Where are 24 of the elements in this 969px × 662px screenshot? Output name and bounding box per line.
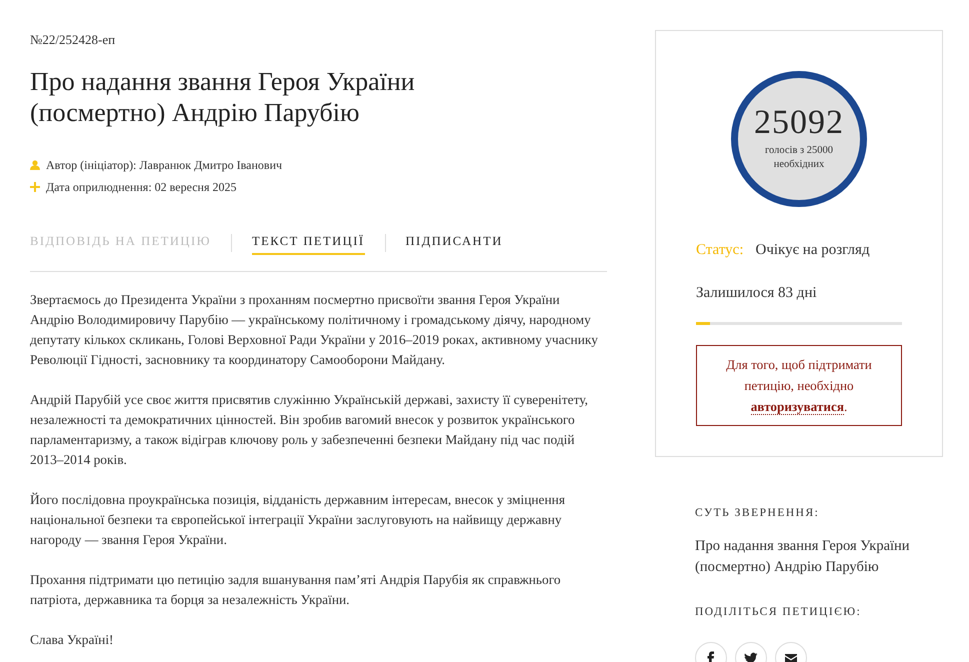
- person-icon: [30, 160, 40, 170]
- status-value: Очікує на розгляд: [756, 241, 870, 260]
- meta-text: Дата оприлюднення: 02 вересня 2025: [46, 178, 236, 196]
- petition-paragraph: Його послідовна проукраїнська позиція, відданість державним інтересам, внесок у зміцнення національної безпеки та європейської інтеграції України заслуговують на найвищу державну нагороду — звання Героя України.: [30, 490, 566, 549]
- petition-paragraph: Прохання підтримати цю петицію задля вшанування пам’яті Андрія Парубія як справжнього патріота, державника та борця за незалежність України.: [30, 570, 562, 609]
- tab[interactable]: ПІДПИСАНТИ: [406, 232, 503, 255]
- plus-icon: [30, 182, 40, 192]
- summary-text: Про надання звання Героя України (посмертно) Андрію Парубію: [695, 537, 911, 578]
- login-link[interactable]: авторизуватися: [750, 399, 844, 415]
- login-notice: Для того, щоб підтримати петицію, необхідно авторизуватися.: [696, 345, 902, 426]
- petition-number: №22/252428-еп: [30, 31, 116, 49]
- petition-paragraph: Андрій Парубій усе своє життя присвятив служінню Українській державі, захисту її суверенітету, незалежності та демократичних цінностей. Він зробив вагомий внесок у розвиток українського парламентаризму, а також відіграв ключову роль у забезпеченні безпеки Майдану під час подій 2013–2014 років.: [30, 390, 589, 469]
- status-label: Статус:: [696, 241, 744, 260]
- days-remaining: Залишилося 83 дні: [696, 284, 818, 302]
- summary-heading: СУТЬ ЗВЕРНЕННЯ:: [695, 506, 820, 521]
- tab[interactable]: ТЕКСТ ПЕТИЦІЇ: [252, 232, 365, 255]
- vote-count: 25092: [754, 106, 844, 140]
- meta-text: Автор (ініціатор): Лавранюк Дмитро Іванович: [46, 156, 282, 174]
- bird-icon: [744, 650, 758, 662]
- petition-paragraph: Звертаємось до Президента України з проханням посмертно присвоїти звання Героя України Андрію Володимировичу Парубію — українському політичному і громадському діячу, народному депутату кількох скликань, Голові Верховної Ради України у 2016–2019 роках, активному учаснику Революції Гідності, засновнику та координатору Самооборони Майдану.: [30, 290, 599, 369]
- share-heading: ПОДІЛІТЬСЯ ПЕТИЦІЄЮ:: [695, 605, 862, 620]
- petition-title: Про надання звання Героя України (посмертно) Андрію Парубію: [30, 66, 416, 128]
- petition-paragraph: Слава Україні!: [30, 630, 115, 649]
- vote-caption: голосів з 25000 необхідних: [764, 144, 834, 172]
